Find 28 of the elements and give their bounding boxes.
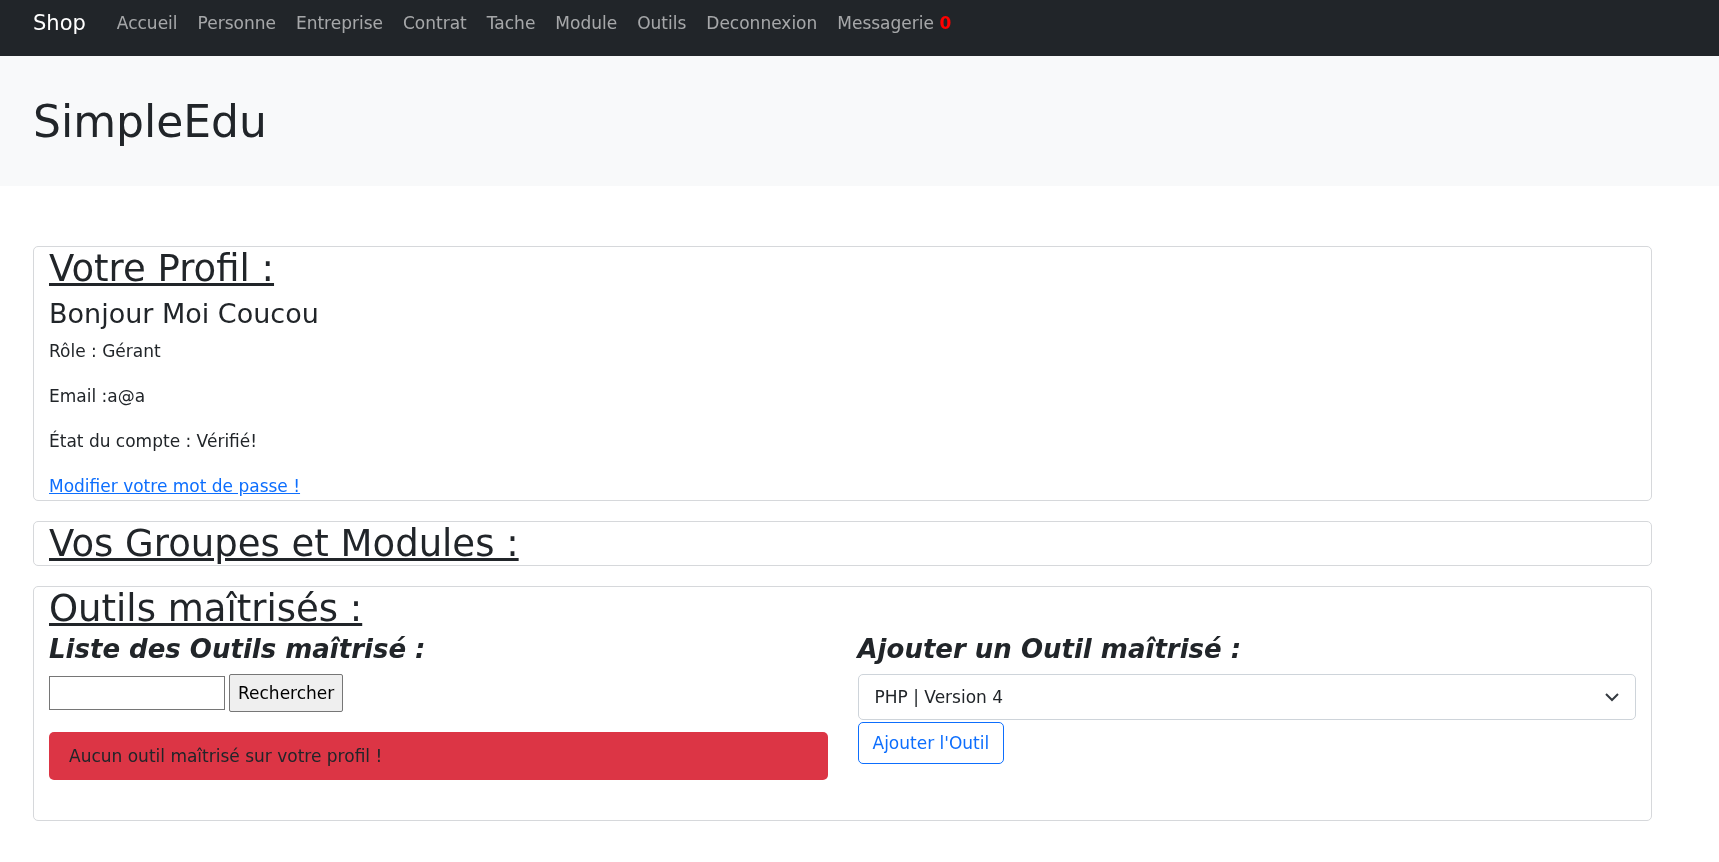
- section-heading: Vos Groupes et Modules :: [49, 522, 520, 565]
- subheading: Ajouter un Outil maîtrisé :: [857, 634, 1243, 664]
- add-tool-button[interactable]: Ajouter l'Outil: [857, 722, 1005, 764]
- message-count: 0: [939, 12, 952, 33]
- nav-link[interactable]: Messagerie 0: [837, 12, 952, 33]
- brand-link[interactable]: Shop: [33, 10, 86, 35]
- nav-link[interactable]: Module: [555, 12, 618, 33]
- profile-info: État du compte : Vérifié!: [49, 431, 259, 451]
- profile-info: Email :a@a: [49, 386, 147, 406]
- section-heading: Votre Profil :: [49, 247, 276, 290]
- change-password-link[interactable]: Modifier votre mot de passe !: [49, 476, 301, 496]
- nav-link[interactable]: Accueil: [116, 12, 178, 33]
- profile-info: Rôle : Gérant: [49, 341, 162, 361]
- nav-link[interactable]: Deconnexion: [706, 12, 818, 33]
- search-field[interactable]: [49, 676, 225, 710]
- alert-message: Aucun outil maîtrisé sur votre profil !: [49, 732, 828, 780]
- subheading: Liste des Outils maîtrisé :: [49, 634, 427, 664]
- nav-link[interactable]: Tache: [486, 12, 536, 33]
- search-button[interactable]: Rechercher: [229, 674, 344, 712]
- nav-link[interactable]: Entreprise: [295, 12, 383, 33]
- greeting: Bonjour Moi Coucou: [49, 298, 320, 329]
- nav-link[interactable]: Outils: [637, 12, 687, 33]
- nav-link[interactable]: Personne: [197, 12, 276, 33]
- site-title: SimpleEdu: [33, 95, 267, 147]
- tool-select[interactable]: PHP | Version 4: [857, 674, 1636, 720]
- chevron-down-icon: [1605, 692, 1619, 702]
- section-heading: Outils maîtrisés :: [49, 587, 364, 630]
- nav-link[interactable]: Contrat: [403, 12, 467, 33]
